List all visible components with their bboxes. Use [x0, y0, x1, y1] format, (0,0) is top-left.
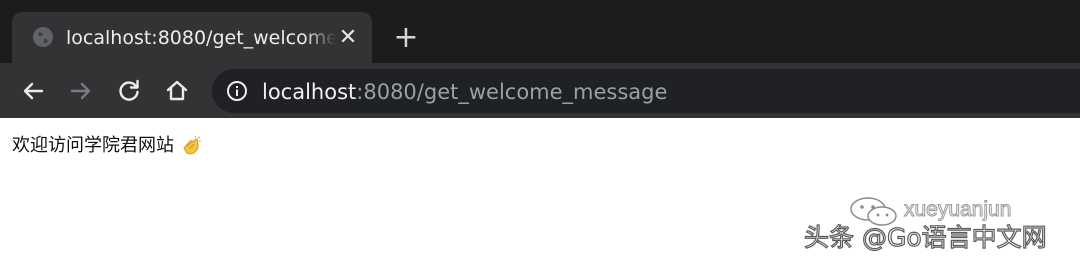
- arrow-right-icon[interactable]: [66, 76, 96, 106]
- tab-title: localhost:8080/get_welcome_message: [66, 27, 336, 49]
- url-path: :8080/get_welcome_message: [356, 80, 668, 104]
- watermark-handle: xueyuanjun: [903, 198, 1012, 222]
- address-bar[interactable]: localhost:8080/get_welcome_message: [212, 69, 1080, 113]
- arrow-left-icon[interactable]: [18, 76, 48, 106]
- close-icon[interactable]: ✕: [338, 27, 358, 49]
- info-icon[interactable]: [226, 80, 248, 102]
- address-url[interactable]: localhost:8080/get_welcome_message: [262, 78, 667, 106]
- url-host: localhost: [262, 80, 357, 104]
- reload-icon[interactable]: [114, 76, 144, 106]
- home-icon[interactable]: [162, 76, 192, 106]
- watermark-source: 头条 @Go语言中文网: [803, 222, 1047, 252]
- clapping-hands-icon: [183, 136, 201, 155]
- page-content: 欢迎访问学院君网站: [12, 132, 201, 160]
- browser-toolbar: localhost:8080/get_welcome_message: [0, 63, 1080, 118]
- plus-icon[interactable]: +: [392, 23, 420, 53]
- tab-strip: localhost:8080/get_welcome_message ✕ +: [0, 0, 1080, 63]
- globe-icon: [33, 27, 53, 47]
- welcome-message: 欢迎访问学院君网站: [12, 135, 174, 156]
- browser-tab[interactable]: localhost:8080/get_welcome_message ✕: [12, 12, 372, 63]
